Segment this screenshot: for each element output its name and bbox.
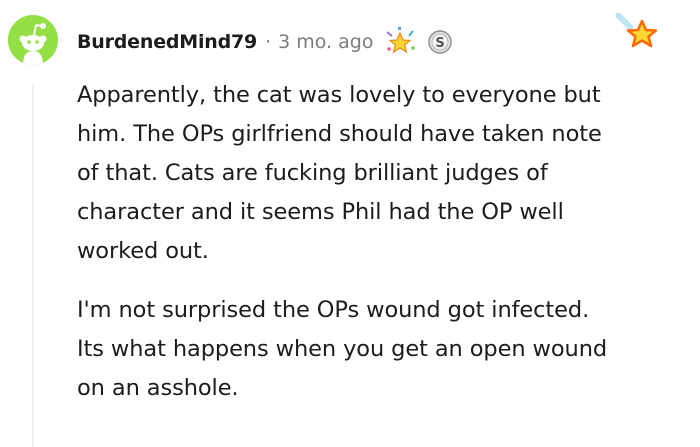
text-line: Its what happens when you get an open wo… (77, 336, 608, 362)
comment-header: BurdenedMind79 · 3 mo. ago S (77, 27, 453, 57)
text-line: on an asshole. (77, 375, 239, 401)
text-line: of that. Cats are fucking brilliant judg… (77, 160, 548, 186)
thread-line[interactable] (32, 84, 34, 447)
timestamp[interactable]: 3 mo. ago (278, 31, 373, 53)
text-line: character and it seems Phil had the OP w… (77, 199, 564, 225)
rising-star-award-icon[interactable] (615, 12, 662, 59)
comment: BurdenedMind79 · 3 mo. ago S Apparently,… (0, 0, 700, 447)
svg-text:S: S (436, 36, 445, 51)
avatar[interactable] (8, 15, 58, 65)
snoo-avatar-icon (8, 15, 58, 65)
comment-paragraph: I'm not surprised the OPs wound got infe… (77, 291, 692, 408)
comment-body: Apparently, the cat was lovely to everyo… (77, 76, 692, 408)
text-line: Apparently, the cat was lovely to everyo… (77, 82, 601, 108)
text-line: worked out. (77, 238, 209, 264)
text-line: him. The OPs girlfriend should have take… (77, 121, 602, 147)
comment-paragraph: Apparently, the cat was lovely to everyo… (77, 76, 692, 271)
confetti-star-award-icon[interactable] (383, 27, 417, 57)
silver-coin-award-icon[interactable]: S (427, 29, 453, 55)
text-line: I'm not surprised the OPs wound got infe… (77, 297, 590, 323)
meta-separator: · (265, 31, 272, 53)
username[interactable]: BurdenedMind79 (77, 31, 257, 53)
